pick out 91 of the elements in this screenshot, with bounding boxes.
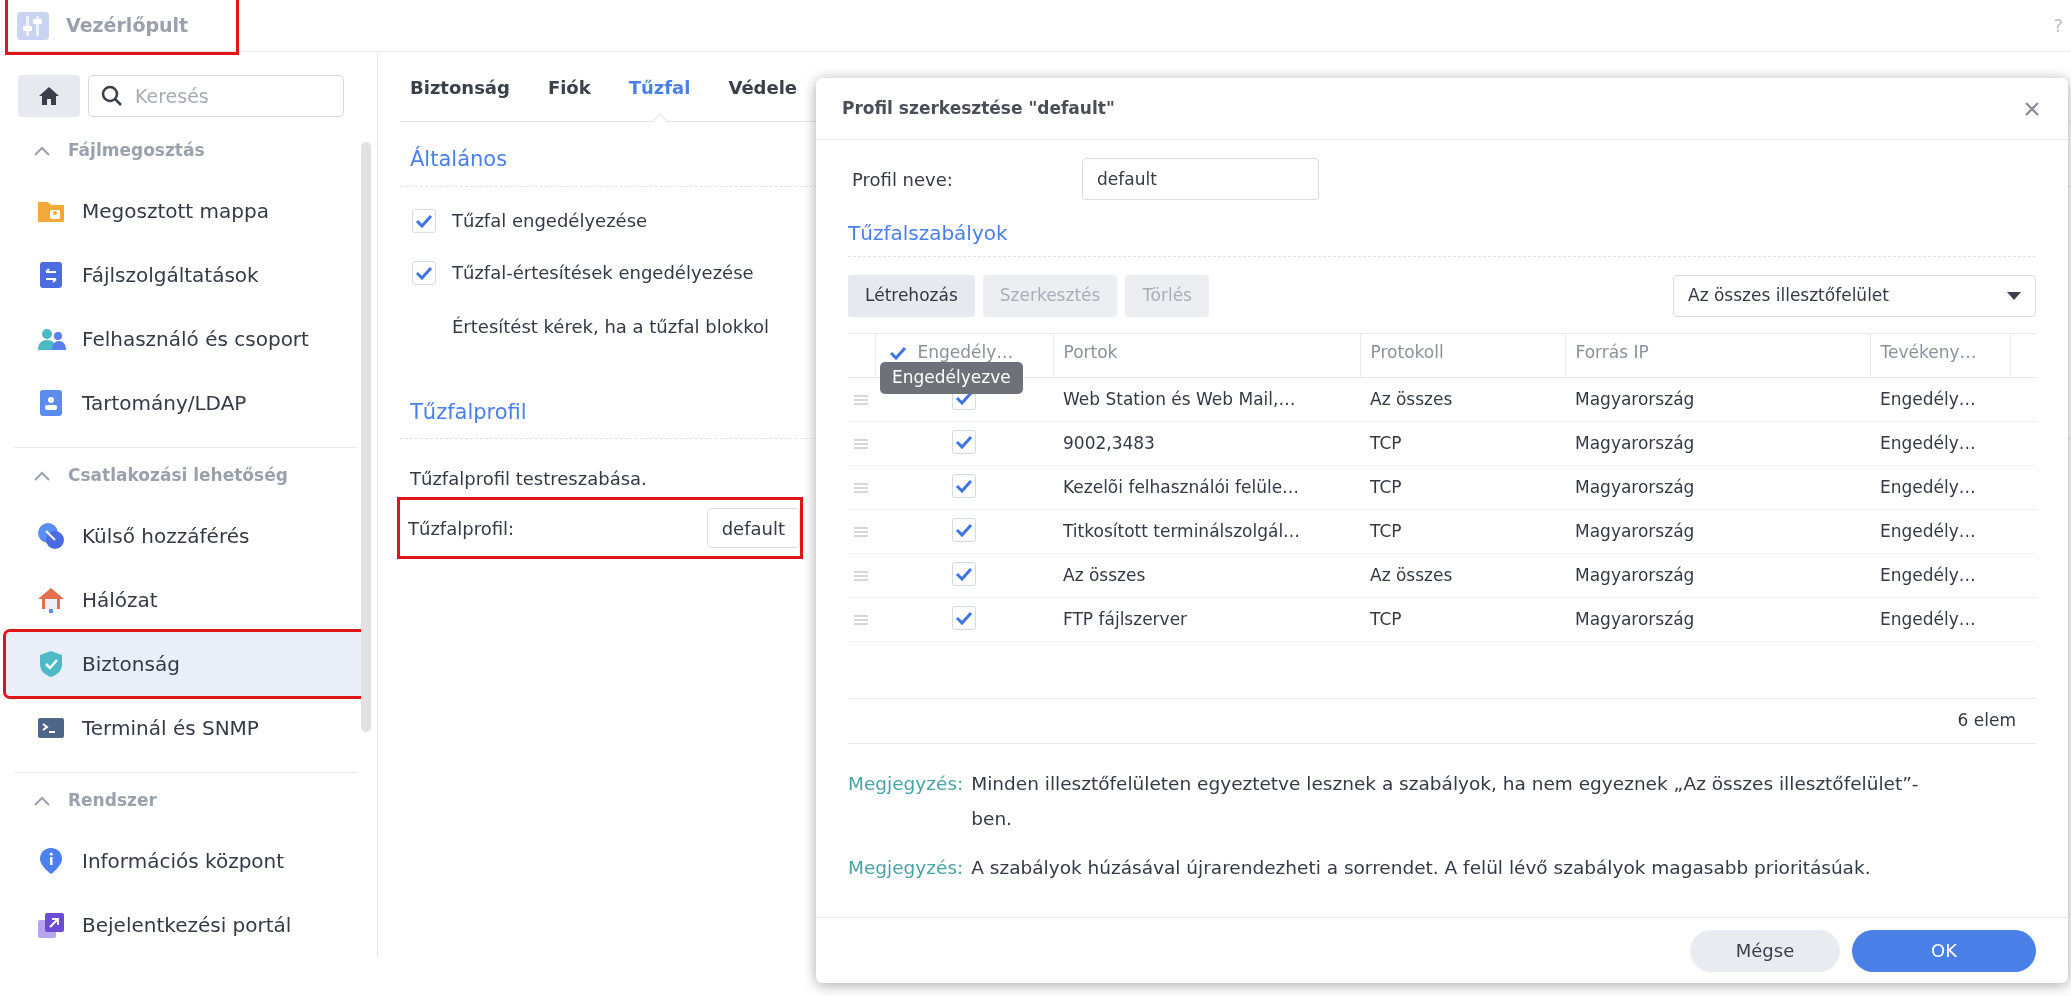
checkmark-icon — [415, 265, 433, 280]
checkmark-icon — [955, 391, 973, 406]
toolbar-button[interactable]: Létrehozás — [848, 275, 975, 317]
description-text: Tűzfalprofil testreszabása. — [410, 468, 647, 489]
sidebar-item[interactable]: Felhasználó és csoport — [6, 307, 365, 371]
group-header: Rendszer — [68, 789, 157, 813]
table-cell: Kezelõi felhasználói felüle… — [1063, 476, 1300, 497]
chevron-up-icon[interactable] — [34, 471, 50, 481]
checkbox[interactable] — [952, 562, 976, 587]
sidebar-item[interactable]: Bejelentkezési portál — [6, 893, 365, 957]
group-header: Fájlmegosztás — [68, 139, 205, 163]
checkbox[interactable] — [412, 260, 436, 285]
drag-handle-icon[interactable] — [854, 394, 868, 405]
sidebar-item[interactable]: Megosztott mappa — [6, 179, 365, 243]
profile-button[interactable]: default — [706, 508, 800, 548]
item-count: 6 elem — [1957, 709, 2016, 733]
checkmark-icon — [415, 213, 433, 228]
close-icon — [2024, 101, 2040, 117]
table-cell: Magyarország — [1575, 564, 1695, 585]
drag-handle-icon[interactable] — [854, 570, 868, 581]
table-cell: TCP — [1370, 608, 1402, 629]
home-button[interactable] — [18, 75, 80, 117]
checkbox[interactable] — [412, 208, 436, 233]
table-cell: Magyarország — [1575, 388, 1695, 409]
table-cell: Az összes — [1370, 564, 1453, 585]
table-cell: Web Station és Web Mail,… — [1063, 388, 1296, 409]
group-header: Csatlakozási lehetőség — [68, 464, 288, 488]
checkmark-icon — [955, 567, 973, 582]
checkmark-icon — [955, 611, 973, 626]
option-label: Tűzfal engedélyezése — [452, 209, 648, 233]
sidebar-item[interactable]: Külső hozzáférés — [6, 504, 365, 568]
hint-text: Értesítést kérek, ha a tűzfal blokkol — [452, 315, 769, 337]
portal-icon — [36, 910, 66, 940]
control-panel-icon — [16, 10, 50, 41]
tooltip: Engedélyezve — [880, 362, 1023, 394]
checkbox[interactable] — [952, 430, 976, 455]
option-label: Tűzfal-értesítések engedélyezése — [452, 261, 754, 285]
interface-dropdown[interactable]: Az összes illesztőfelület — [1673, 275, 2036, 317]
table-cell: Engedély… — [1880, 608, 1976, 629]
drag-handle-icon[interactable] — [854, 482, 868, 493]
table-cell: TCP — [1370, 520, 1402, 541]
sidebar-item[interactable]: Tartomány/LDAP — [6, 371, 365, 435]
ok-button[interactable]: OK — [1852, 929, 2036, 972]
drag-handle-icon[interactable] — [854, 526, 868, 537]
table-cell: Magyarország — [1575, 476, 1695, 497]
table-cell: Az összes — [1370, 388, 1453, 409]
sidebar-item[interactable]: Fájlszolgáltatások — [6, 243, 365, 307]
table-cell: Titkosított terminálszolgál… — [1063, 520, 1301, 541]
chevron-up-icon[interactable] — [34, 796, 50, 806]
table-cell: Engedély… — [1880, 564, 1976, 585]
checkbox[interactable] — [952, 474, 976, 499]
checkmark-icon — [955, 523, 973, 538]
sidebar-item[interactable]: Hálózat — [6, 568, 365, 632]
checkmark-icon — [955, 435, 973, 450]
scrollbar[interactable] — [361, 142, 371, 732]
chevron-up-icon[interactable] — [34, 146, 50, 156]
cancel-button[interactable]: Mégse — [1690, 929, 1840, 972]
table-cell: Engedély… — [1880, 388, 1976, 409]
checkbox[interactable] — [952, 606, 976, 631]
house-icon — [36, 585, 66, 615]
table-cell: Az összes — [1063, 564, 1146, 585]
table-cell: TCP — [1370, 476, 1402, 497]
profile-name-field[interactable]: default — [1082, 158, 1319, 200]
sidebar-item[interactable]: Terminál és SNMP — [6, 696, 365, 760]
caret-icon — [2007, 292, 2021, 300]
checkbox[interactable] — [952, 518, 976, 543]
note-label: Megjegyzés: — [848, 856, 964, 881]
section-title: Tűzfalszabályok — [848, 218, 2036, 257]
home-icon — [38, 86, 60, 106]
tab[interactable]: Biztonság — [410, 74, 510, 121]
note-text: Minden illesztőfelületen egyeztetve lesznek a szabályok, ha nem egyeznek „Az összes illesztőfelület”-ben. — [971, 772, 1920, 832]
checkmark-icon — [888, 345, 907, 360]
tab[interactable]: Tűzfal — [628, 74, 691, 121]
field-label: Tűzfalprofil: — [408, 516, 515, 541]
sidebar-item[interactable]: Információs központ — [6, 829, 365, 893]
app-title: Vezérlőpult — [66, 13, 189, 39]
search-field[interactable]: Keresés — [88, 75, 344, 117]
table-cell: Magyarország — [1575, 608, 1695, 629]
dialog-title: Profil szerkesztése "default" — [842, 96, 1115, 120]
note-label: Megjegyzés: — [848, 772, 964, 796]
drag-handle-icon[interactable] — [854, 438, 868, 449]
tab[interactable]: Védele — [728, 74, 798, 121]
checkmark-icon — [955, 479, 973, 494]
drag-handle-icon[interactable] — [854, 614, 868, 625]
table-cell: FTP fájlszerver — [1063, 608, 1188, 629]
search-icon — [101, 85, 123, 107]
table-cell: Engedély… — [1880, 520, 1976, 541]
note-text: A szabályok húzásával újrarendezheti a sorrendet. A felül lévő szabályok magasabb prioritásúak. — [971, 856, 1871, 881]
table-cell: Engedély… — [1880, 476, 1976, 497]
table-cell: Magyarország — [1575, 520, 1695, 541]
tab[interactable]: Fiók — [547, 74, 591, 121]
